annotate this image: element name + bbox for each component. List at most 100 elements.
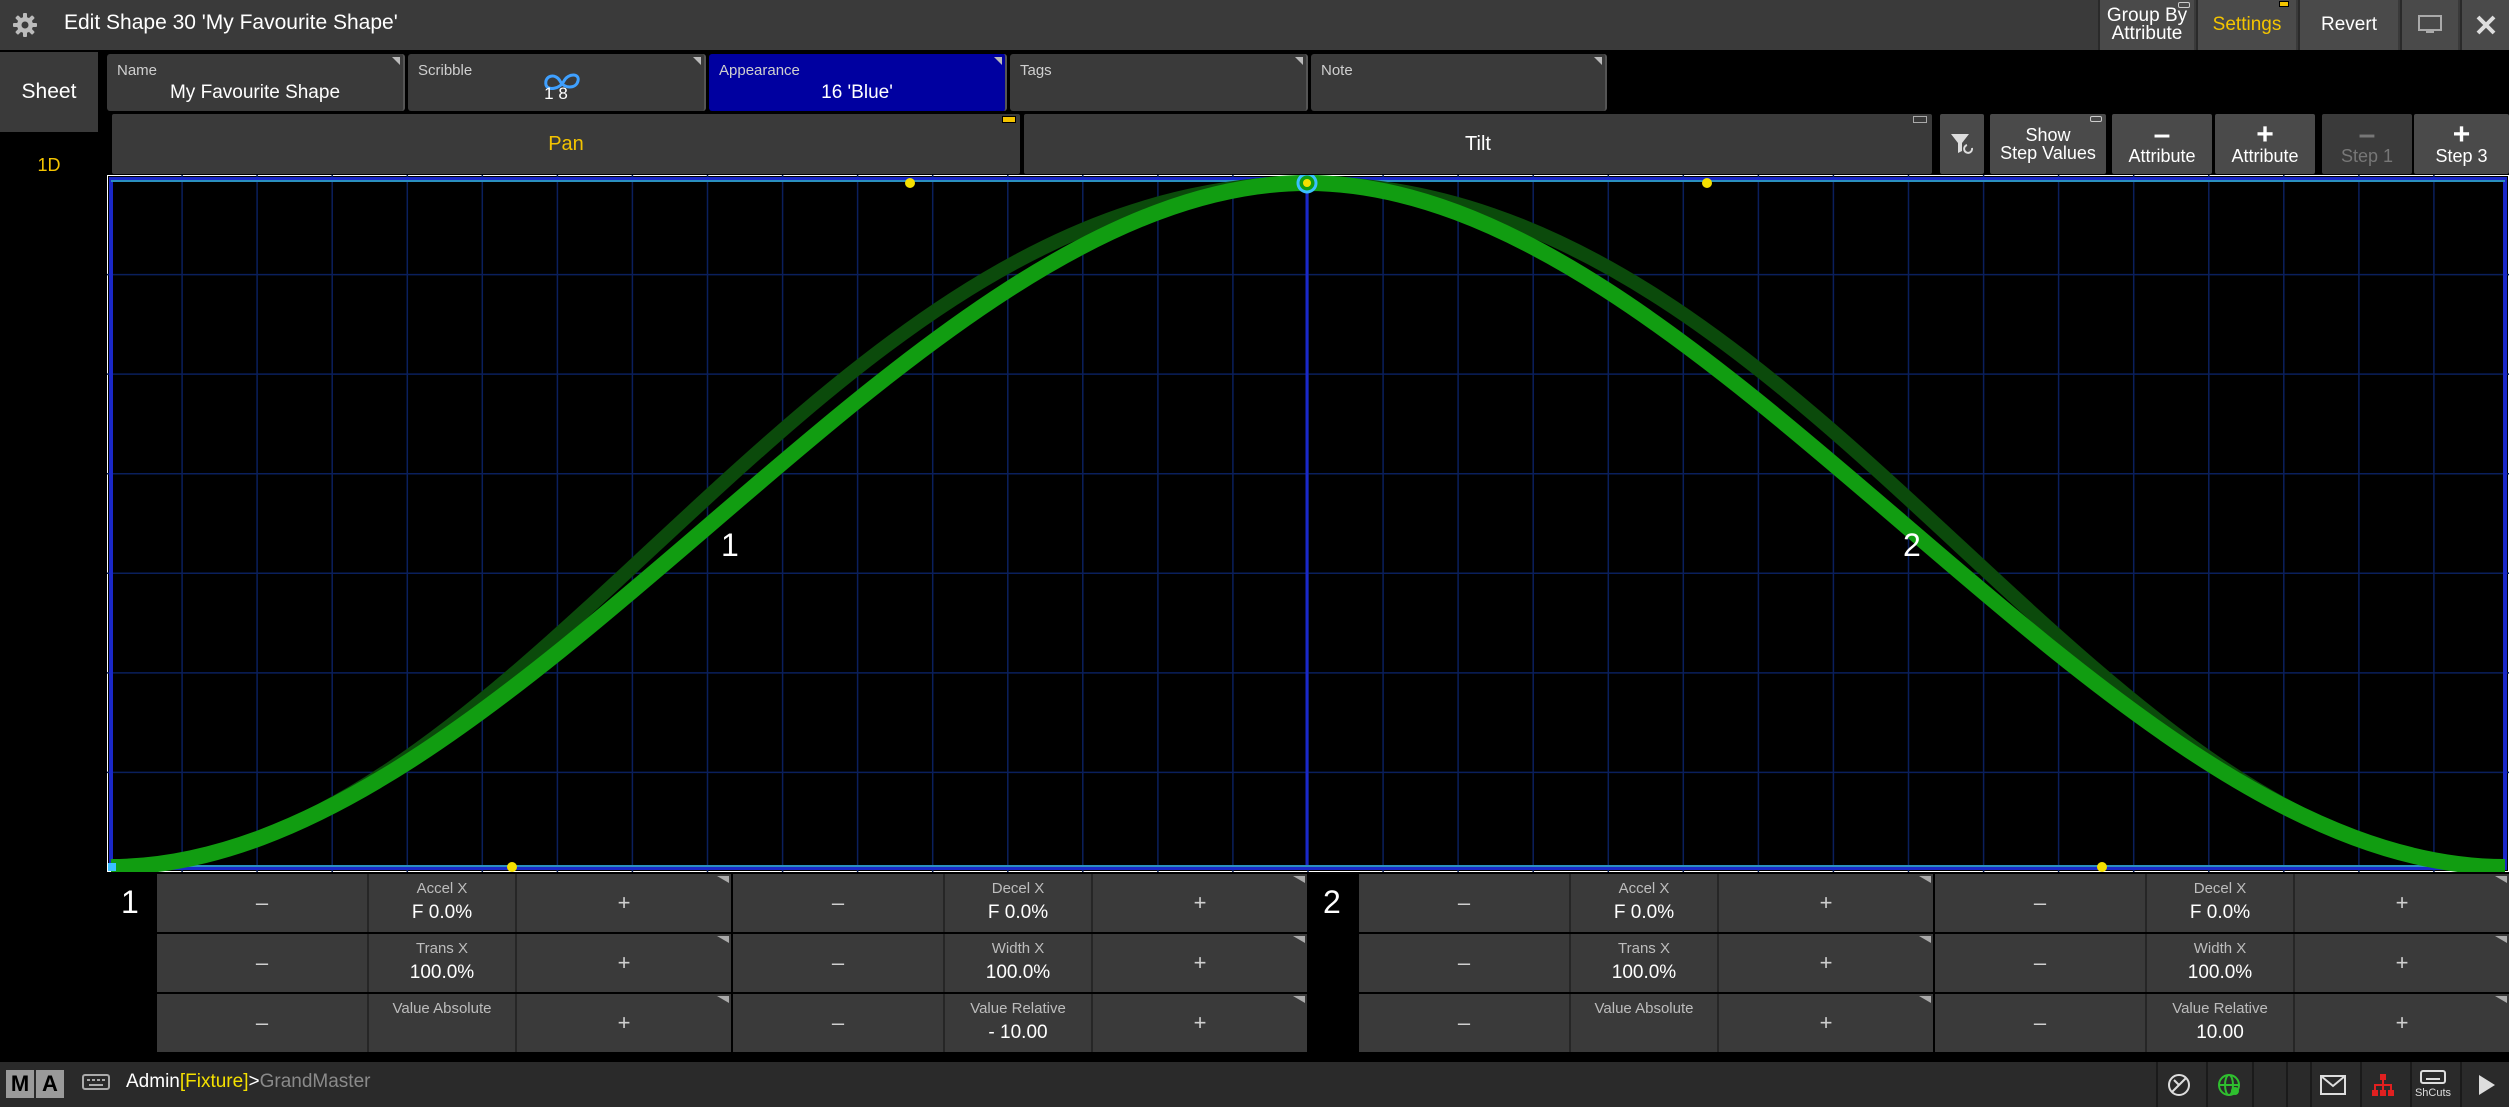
sheet-tab[interactable]: Sheet <box>0 52 98 132</box>
accel-x-plus-button[interactable]: + <box>517 874 731 932</box>
shortcuts-label: ShCuts <box>2414 1087 2452 1099</box>
value-absolute-plus-button[interactable]: + <box>1719 994 1933 1052</box>
scribble-field[interactable]: Scribble 1 8 <box>408 54 706 111</box>
ma-logo-a: A <box>36 1070 64 1098</box>
command-line[interactable]: Admin[Fixture]>GrandMaster <box>126 1071 370 1093</box>
filter-reset-icon[interactable] <box>1940 114 1984 174</box>
width-x-plus-button[interactable]: + <box>1093 934 1307 992</box>
decel-x-value-field[interactable]: Decel X F 0.0% <box>943 874 1093 932</box>
width-x-label: Width X <box>991 940 1045 957</box>
decel-x-value: F 0.0% <box>987 902 1049 923</box>
accel-x-value: F 0.0% <box>411 902 473 923</box>
decel-x-minus-button[interactable]: – <box>733 874 943 932</box>
bezier-handle[interactable] <box>1702 178 1712 188</box>
value-relative-value-field[interactable]: Value Relative - 10.00 <box>943 994 1093 1052</box>
add-step-button[interactable]: + Step 3 <box>2414 114 2509 174</box>
accel-x-label: Accel X <box>1618 880 1670 897</box>
accel-x-value-field[interactable]: Accel X F 0.0% <box>1569 874 1719 932</box>
settings-button[interactable]: Settings <box>2196 0 2296 50</box>
width-x-value: 100.0% <box>2187 962 2253 983</box>
trans-x-plus-button[interactable]: + <box>517 934 731 992</box>
trans-x-plus-button[interactable]: + <box>1719 934 1933 992</box>
value-relative-minus-button[interactable]: – <box>733 994 943 1052</box>
remove-step-button[interactable]: – Step 1 <box>2322 114 2412 174</box>
decel-x-value-field[interactable]: Decel X F 0.0% <box>2145 874 2295 932</box>
trans-x-value-field[interactable]: Trans X 100.0% <box>367 934 517 992</box>
decel-x-plus-button[interactable]: + <box>2295 874 2509 932</box>
group-by-attribute-button[interactable]: Group By Attribute <box>2098 0 2194 50</box>
cmd-fixture: [Fixture] <box>179 1071 249 1092</box>
remove-attribute-button[interactable]: – Attribute <box>2112 114 2212 174</box>
trans-x-minus-button[interactable]: – <box>157 934 367 992</box>
shape-graph[interactable]: 1 2 <box>107 175 2509 872</box>
edit-corner-icon <box>2495 996 2507 1003</box>
note-field[interactable]: Note <box>1311 54 1607 111</box>
clock-icon[interactable] <box>2156 1062 2200 1107</box>
value-absolute-value-field[interactable]: Value Absolute <box>367 994 517 1052</box>
display-icon[interactable] <box>2400 0 2458 50</box>
accel-x-minus-button[interactable]: – <box>1359 874 1569 932</box>
width-x-minus-button[interactable]: – <box>1935 934 2145 992</box>
width-x-value-field[interactable]: Width X 100.0% <box>2145 934 2295 992</box>
step-label-1: 1 <box>721 527 739 563</box>
accel-x-value-field[interactable]: Accel X F 0.0% <box>367 874 517 932</box>
width-x-value-field[interactable]: Width X 100.0% <box>943 934 1093 992</box>
decel-x-plus-button[interactable]: + <box>1093 874 1307 932</box>
value-relative-minus-button[interactable]: – <box>1935 994 2145 1052</box>
value-relative-plus-button[interactable]: + <box>2295 994 2509 1052</box>
close-icon[interactable] <box>2460 0 2509 50</box>
attribute-pan[interactable]: Pan <box>112 114 1020 174</box>
trans-x-value-field[interactable]: Trans X 100.0% <box>1569 934 1719 992</box>
plus-icon: + <box>2256 118 2274 151</box>
ma-logo-m: M <box>6 1070 34 1098</box>
accel-x-plus-button[interactable]: + <box>1719 874 1933 932</box>
revert-button[interactable]: Revert <box>2298 0 2398 50</box>
value-relative-plus-button[interactable]: + <box>1093 994 1307 1052</box>
decel-x-minus-button[interactable]: – <box>1935 874 2145 932</box>
value-absolute-value-field[interactable]: Value Absolute <box>1569 994 1719 1052</box>
step-controls: 1 2 – Accel XF 0.0% + – Trans X 100.0% + – Value… <box>107 874 2509 1060</box>
accel-x-value: F 0.0% <box>1613 902 1675 923</box>
show-step-values-button[interactable]: Show Step Values <box>1990 114 2106 174</box>
add-attribute-button[interactable]: + Attribute <box>2215 114 2315 174</box>
value-absolute-minus-button[interactable]: – <box>1359 994 1569 1052</box>
decel-x-value: F 0.0% <box>2189 902 2251 923</box>
edit-corner-icon <box>1594 57 1602 65</box>
attribute-tilt[interactable]: Tilt <box>1024 114 1932 174</box>
width-x-label: Width X <box>2193 940 2247 957</box>
bezier-handle[interactable] <box>905 178 915 188</box>
value-relative-value-field[interactable]: Value Relative 10.00 <box>2145 994 2295 1052</box>
appearance-value: 16 'Blue' <box>821 82 893 103</box>
bezier-handle[interactable] <box>2097 862 2107 872</box>
session-network-icon[interactable] <box>2360 1062 2404 1107</box>
accel-x-label: Accel X <box>416 880 468 897</box>
value-absolute-minus-button[interactable]: – <box>157 994 367 1052</box>
mode-1d[interactable]: 1D <box>0 155 98 176</box>
keyboard-icon[interactable] <box>82 1074 110 1095</box>
curve-start-point[interactable] <box>108 863 116 871</box>
width-x-minus-button[interactable]: – <box>733 934 943 992</box>
tags-field[interactable]: Tags <box>1010 54 1308 111</box>
edit-corner-icon <box>717 996 729 1003</box>
value-absolute-plus-button[interactable]: + <box>517 994 731 1052</box>
group-by-line2: Attribute <box>2111 23 2183 44</box>
trans-x-minus-button[interactable]: – <box>1359 934 1569 992</box>
edit-corner-icon <box>693 57 701 65</box>
width-x-plus-button[interactable]: + <box>2295 934 2509 992</box>
accel-x-minus-button[interactable]: – <box>157 874 367 932</box>
appearance-field[interactable]: Appearance 16 'Blue' <box>709 54 1007 111</box>
message-icon[interactable] <box>2310 1062 2354 1107</box>
shortcuts-button[interactable]: ShCuts <box>2410 1062 2454 1107</box>
bezier-handle[interactable] <box>507 862 517 872</box>
edit-corner-icon <box>1293 996 1305 1003</box>
network-globe-icon[interactable] <box>2206 1062 2250 1107</box>
step-label-2: 2 <box>1903 527 1921 563</box>
keyboard-icon <box>2420 1070 2446 1084</box>
width-x-value: 100.0% <box>985 962 1051 983</box>
name-field[interactable]: Name My Favourite Shape <box>107 54 405 111</box>
edit-corner-icon <box>1293 936 1305 943</box>
name-label: Name <box>117 62 158 79</box>
play-icon[interactable] <box>2460 1062 2509 1107</box>
settings-indicator-icon <box>2279 1 2289 7</box>
gear-icon[interactable] <box>0 0 50 50</box>
